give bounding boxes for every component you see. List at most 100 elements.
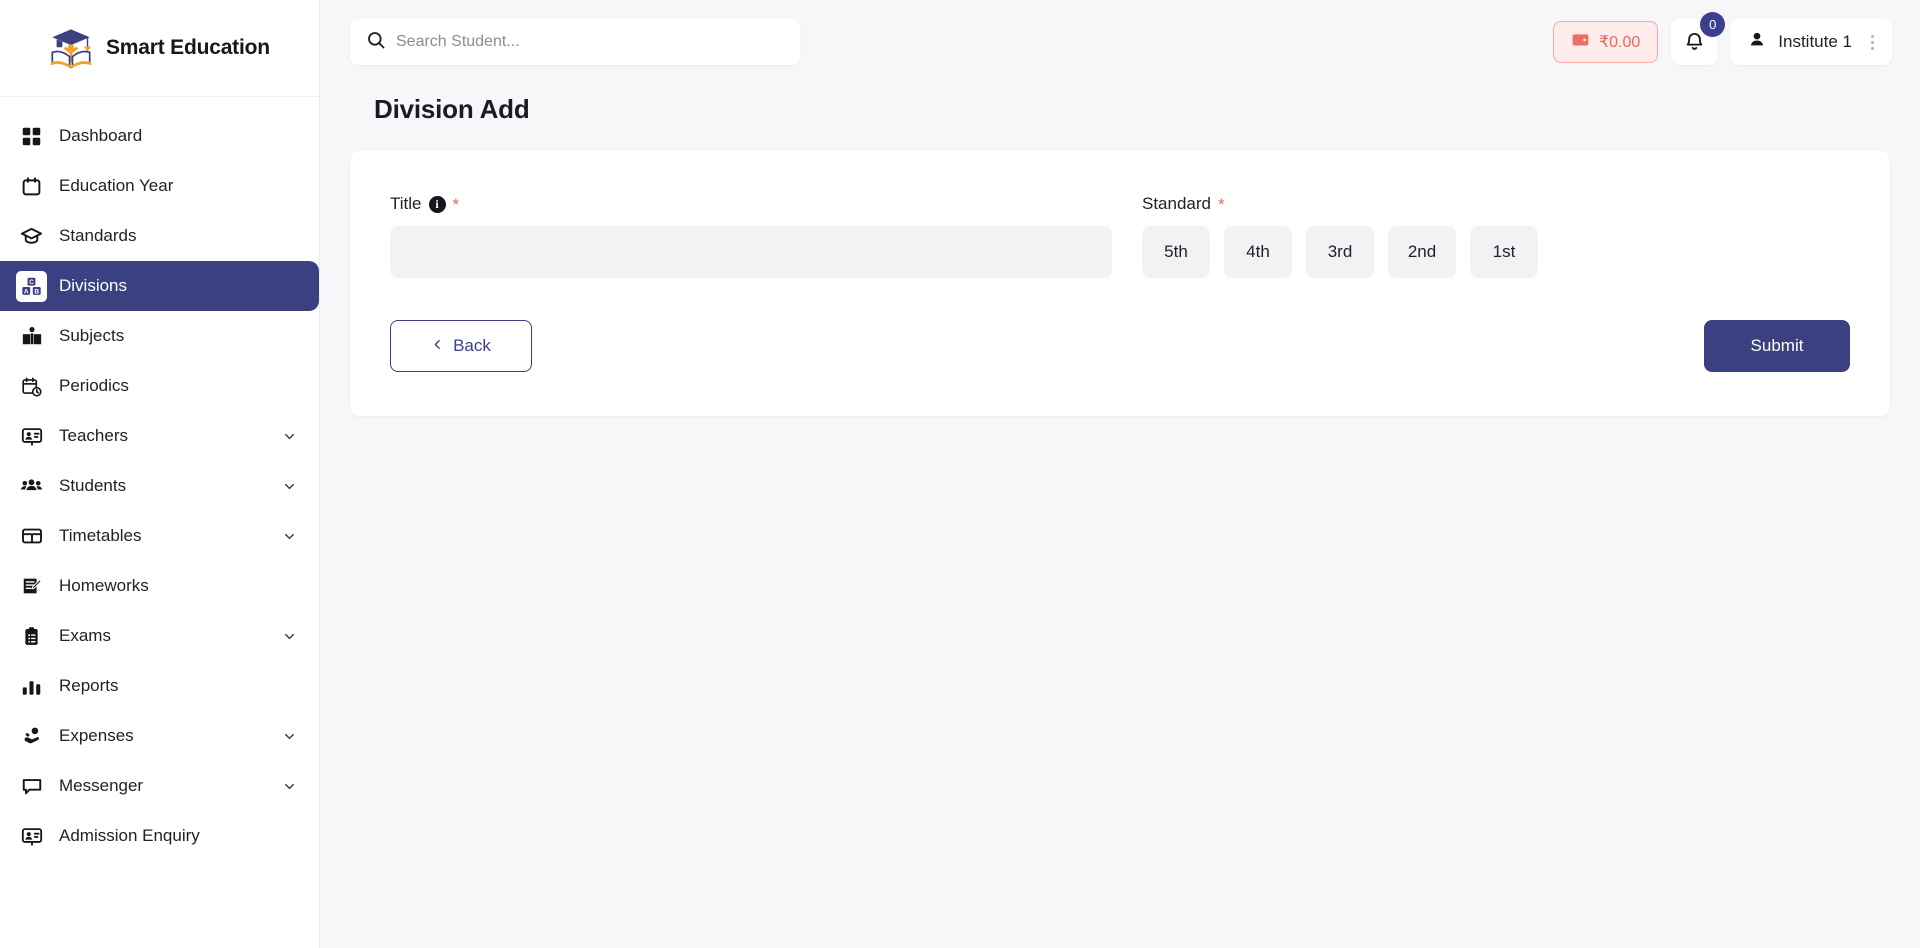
submit-button[interactable]: Submit [1704, 320, 1850, 372]
division-add-form-card: Title i * Standard * 5th 4th 3rd 2nd 1st… [350, 151, 1890, 416]
kebab-menu-icon[interactable] [1863, 29, 1882, 56]
graduation-book-logo-icon [48, 25, 94, 71]
sidebar-item-label: Periodics [59, 376, 129, 395]
chevron-down-icon[interactable] [282, 479, 297, 494]
form-fields-row: Title i * Standard * 5th 4th 3rd 2nd 1st [390, 193, 1850, 278]
app-root: Smart Education Dashboard Education Year… [0, 0, 1920, 948]
chevron-down-icon[interactable] [282, 629, 297, 644]
users-group-icon [16, 471, 47, 502]
graduation-cap-icon [16, 221, 47, 252]
sidebar-item-label: Homeworks [59, 576, 149, 595]
sidebar-item-exams[interactable]: Exams [0, 611, 319, 661]
calendar-icon [16, 171, 47, 202]
sidebar: Smart Education Dashboard Education Year… [0, 0, 320, 948]
sidebar-item-label: Expenses [59, 726, 134, 745]
sidebar-item-label: Messenger [59, 776, 144, 795]
presenter-icon [16, 421, 47, 452]
table-icon [16, 521, 47, 552]
required-marker: * [1218, 194, 1225, 214]
sidebar-item-homeworks[interactable]: Homeworks [0, 561, 319, 611]
notification-count-badge: 0 [1700, 12, 1726, 37]
sidebar-item-timetables[interactable]: Timetables [0, 511, 319, 561]
standard-label-text: Standard [1142, 194, 1211, 213]
back-button[interactable]: Back [390, 320, 532, 372]
sidebar-item-expenses[interactable]: Expenses [0, 711, 319, 761]
sidebar-item-label: Education Year [59, 176, 174, 195]
sidebar-item-standards[interactable]: Standards [0, 211, 319, 261]
page-title: Division Add [374, 94, 530, 124]
chevron-down-icon[interactable] [282, 729, 297, 744]
sidebar-item-students[interactable]: Students [0, 461, 319, 511]
sidebar-item-reports[interactable]: Reports [0, 661, 319, 711]
back-button-label: Back [453, 336, 491, 355]
abc-blocks-icon: C A B [16, 270, 47, 302]
wallet-icon [1571, 30, 1590, 54]
wallet-balance-badge[interactable]: ₹0.00 [1552, 21, 1659, 63]
topbar-actions: ₹0.00 0 Institute 1 [1552, 12, 1892, 65]
standard-field-label: Standard * [1142, 193, 1850, 215]
info-icon[interactable]: i [428, 195, 446, 213]
sidebar-item-periodics[interactable]: Periodics [0, 361, 319, 411]
chevron-left-icon [431, 336, 444, 356]
sidebar-item-label: Students [59, 476, 127, 495]
search-box[interactable] [350, 19, 800, 65]
sidebar-item-label: Reports [59, 676, 119, 695]
notifications-button[interactable]: 0 [1671, 12, 1726, 65]
standard-options-list: 5th 4th 3rd 2nd 1st [1142, 226, 1850, 278]
title-label-text: Title [390, 194, 422, 213]
sidebar-item-teachers[interactable]: Teachers [0, 411, 319, 461]
sidebar-item-label: Exams [59, 626, 111, 645]
sidebar-item-subjects[interactable]: Subjects [0, 311, 319, 361]
open-book-icon [16, 321, 47, 352]
presenter-icon [16, 821, 47, 852]
standard-field-group: Standard * 5th 4th 3rd 2nd 1st [1142, 193, 1850, 278]
search-icon [366, 30, 386, 55]
title-field-group: Title i * [390, 193, 1112, 278]
chevron-down-icon[interactable] [282, 779, 297, 794]
search-input[interactable] [396, 33, 784, 51]
chevron-down-icon[interactable] [282, 529, 297, 544]
svg-text:A: A [24, 288, 29, 295]
title-input[interactable] [390, 226, 1112, 278]
sidebar-item-education-year[interactable]: Education Year [0, 161, 319, 211]
sidebar-item-label: Subjects [59, 326, 125, 345]
clipboard-list-icon [16, 621, 47, 652]
standard-option[interactable]: 3rd [1306, 226, 1374, 278]
chat-bubble-icon [16, 771, 47, 802]
standard-option[interactable]: 2nd [1388, 226, 1456, 278]
main-area: ₹0.00 0 [320, 0, 1920, 948]
svg-text:B: B [34, 288, 39, 295]
sidebar-item-label: Divisions [59, 276, 128, 295]
brand-name: Smart Education [106, 36, 270, 59]
sidebar-item-label: Dashboard [59, 126, 143, 145]
chevron-down-icon[interactable] [282, 429, 297, 444]
sidebar-item-label: Standards [59, 226, 137, 245]
sidebar-item-divisions[interactable]: C A B Divisions [0, 261, 319, 311]
standard-option[interactable]: 4th [1224, 226, 1292, 278]
sidebar-item-label: Admission Enquiry [59, 826, 200, 845]
grid-icon [16, 121, 47, 152]
svg-text:C: C [29, 279, 34, 286]
required-marker: * [452, 194, 460, 214]
sidebar-item-admission-enquiry[interactable]: Admission Enquiry [0, 811, 319, 861]
sidebar-item-messenger[interactable]: Messenger [0, 761, 319, 811]
form-actions: Back Submit [390, 320, 1850, 372]
user-menu[interactable]: Institute 1 [1730, 19, 1892, 65]
brand-header[interactable]: Smart Education [0, 0, 319, 97]
user-name: Institute 1 [1778, 32, 1852, 51]
sidebar-item-label: Teachers [59, 426, 128, 445]
standard-option[interactable]: 1st [1470, 226, 1538, 278]
calendar-clock-icon [16, 371, 47, 402]
standard-option[interactable]: 5th [1142, 226, 1210, 278]
hand-money-icon [16, 721, 47, 752]
note-edit-icon [16, 571, 47, 602]
user-icon [1747, 30, 1767, 55]
sidebar-item-dashboard[interactable]: Dashboard [0, 111, 319, 161]
sidebar-item-label: Timetables [59, 526, 142, 545]
topbar: ₹0.00 0 [320, 0, 1920, 84]
wallet-amount: ₹0.00 [1598, 34, 1641, 51]
bar-chart-icon [16, 671, 47, 702]
sidebar-nav: Dashboard Education Year Standards C A B… [0, 97, 319, 948]
title-field-label: Title i * [390, 193, 1112, 215]
content-area: Division Add Title i * Standard * 5th 4t… [320, 84, 1920, 416]
